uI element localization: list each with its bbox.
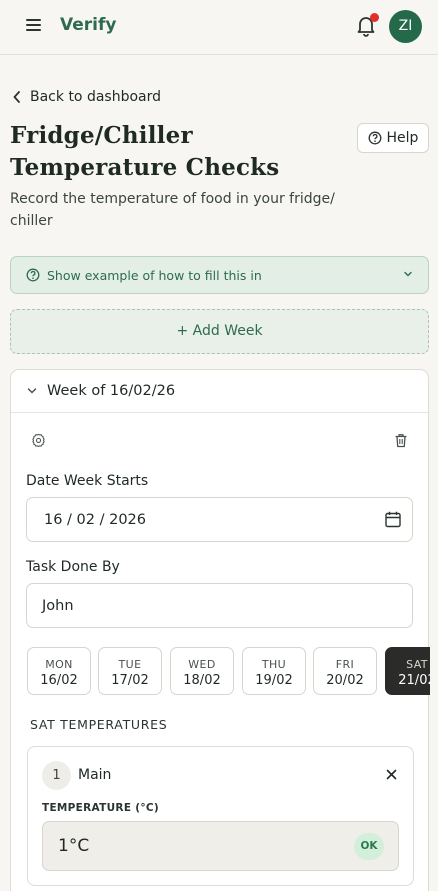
close-icon[interactable] [386, 769, 397, 780]
day-date: 20/02 [326, 673, 364, 688]
day-name: FRI [335, 658, 355, 671]
calendar-icon[interactable] [385, 511, 401, 528]
date-week-starts-value: 16 / 02 / 2026 [44, 511, 147, 528]
day-name: TUE [118, 658, 142, 671]
chevron-down-icon [404, 271, 412, 277]
day-name: MON [45, 658, 73, 671]
help-circle-icon [368, 131, 381, 145]
week-title: Week of 16/02/26 [47, 383, 176, 399]
day-tab-fri[interactable]: FRI 20/02 [313, 647, 377, 695]
week-header[interactable]: Week of 16/02/26 [11, 370, 428, 413]
week-card: Week of 16/02/26 Date Week Starts 16 / 0… [10, 369, 430, 891]
day-selector: MON 16/02 TUE 17/02 WED 18/02 THU 19/02 … [27, 647, 430, 697]
brand-name[interactable]: Verify [60, 15, 116, 35]
day-date: 21/02 [398, 673, 430, 688]
back-link-label: Back to dashboard [30, 89, 162, 105]
temperature-value: 1°C [58, 836, 90, 856]
notification-dot [370, 13, 379, 22]
menu-icon[interactable] [26, 18, 42, 32]
task-done-by-value: John [42, 597, 74, 614]
day-tab-mon[interactable]: MON 16/02 [27, 647, 91, 695]
example-toggle-label: Show example of how to fill this in [47, 267, 262, 283]
temperature-label: TEMPERATURE (°C) [42, 802, 160, 814]
day-name: THU [261, 658, 287, 671]
chevron-left-icon [13, 91, 20, 103]
help-circle-icon [26, 268, 40, 282]
day-tab-thu[interactable]: THU 19/02 [242, 647, 306, 695]
day-name: WED [188, 658, 216, 671]
status-badge: OK [354, 833, 384, 860]
page-subtitle: Record the temperature of food in your f… [10, 191, 335, 229]
back-link[interactable]: Back to dashboard [13, 87, 161, 107]
day-temperatures-heading: SAT TEMPERATURES [30, 717, 168, 732]
help-button[interactable]: Help [357, 123, 429, 153]
day-tab-tue[interactable]: TUE 17/02 [98, 647, 162, 695]
temperature-reading-card: 1 Main TEMPERATURE (°C) 1°C OK [27, 746, 414, 886]
page-title: Fridge/Chiller Temperature Checks [10, 122, 280, 181]
gear-icon[interactable] [31, 433, 46, 448]
avatar[interactable]: ZI [389, 10, 422, 43]
day-date: 18/02 [183, 673, 221, 688]
day-tab-sat[interactable]: SAT 21/02 [385, 647, 430, 695]
day-tab-wed[interactable]: WED 18/02 [170, 647, 234, 695]
add-week-button[interactable]: + Add Week [10, 309, 429, 354]
day-date: 19/02 [255, 673, 293, 688]
reading-name: Main [78, 767, 112, 783]
day-name: SAT [406, 658, 428, 671]
task-done-by-field[interactable]: John [26, 583, 413, 628]
day-date: 17/02 [111, 673, 149, 688]
top-bar: Verify ZI [0, 0, 438, 55]
reading-number-badge: 1 [42, 761, 71, 790]
day-date: 16/02 [40, 673, 78, 688]
task-done-by-label: Task Done By [26, 559, 120, 575]
temperature-input[interactable]: 1°C OK [42, 821, 399, 871]
example-toggle[interactable]: Show example of how to fill this in [10, 256, 429, 294]
chevron-down-icon [27, 388, 37, 394]
trash-icon[interactable] [394, 433, 408, 448]
help-button-label: Help [386, 130, 419, 146]
date-week-starts-label: Date Week Starts [26, 473, 149, 489]
date-week-starts-field[interactable]: 16 / 02 / 2026 [26, 497, 413, 542]
